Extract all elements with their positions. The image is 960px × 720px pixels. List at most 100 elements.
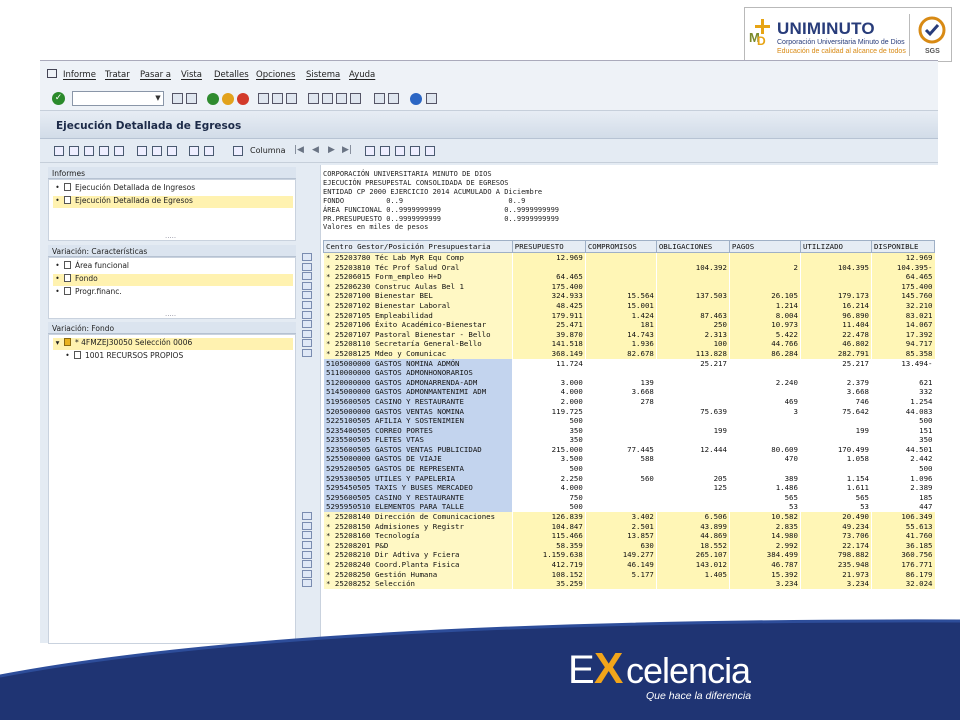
table-row[interactable]: * 25207102 Bienestar Laboral 48.425 15.001… xyxy=(323,300,935,311)
last-page-icon[interactable] xyxy=(350,93,361,104)
drilldown-icon[interactable] xyxy=(365,146,375,156)
row-drilldown-icon[interactable] xyxy=(302,349,312,357)
row-drilldown-icon[interactable] xyxy=(302,281,312,290)
table-row[interactable]: 5295300505 UTILES Y PAPELERIA 2.250 560 205… xyxy=(323,473,935,484)
column-icon[interactable] xyxy=(233,146,243,156)
layout-icon[interactable] xyxy=(167,146,177,156)
column-header[interactable]: OBLIGACIONES xyxy=(655,240,730,253)
exit-icon[interactable] xyxy=(222,93,234,105)
back-icon[interactable] xyxy=(207,93,219,105)
previous-page-icon[interactable] xyxy=(322,93,333,104)
tree-icon[interactable] xyxy=(380,146,390,156)
row-drilldown-icon[interactable] xyxy=(302,512,312,521)
table-row[interactable]: 5105000000 GASTOS NOMINA ADMÓN 11.724 25.2… xyxy=(323,358,935,369)
cancel-icon[interactable] xyxy=(237,93,249,105)
fondo-item[interactable]: • 1001 RECURSOS PROPIOS xyxy=(63,351,183,363)
help-icon[interactable] xyxy=(410,93,422,105)
menu-ayuda[interactable]: Ayuda xyxy=(349,70,375,80)
table-row[interactable]: * 25208150 Admisiones y Registr 104.847 2.… xyxy=(323,521,935,532)
next-page-icon[interactable] xyxy=(336,93,347,104)
row-drilldown-icon[interactable] xyxy=(302,579,312,588)
table-row[interactable]: * 25208240 Coord.Planta Fisica 412.719 46.… xyxy=(323,560,935,570)
row-drilldown-icon[interactable] xyxy=(302,541,312,549)
characteristic-item-selected[interactable]: • Fondo xyxy=(53,274,293,286)
column-header[interactable]: PRESUPUESTO xyxy=(511,240,586,253)
sum-icon[interactable] xyxy=(189,146,199,156)
filter-icon[interactable] xyxy=(137,146,147,156)
row-drilldown-icon[interactable] xyxy=(302,320,312,329)
row-drilldown-icon[interactable] xyxy=(302,339,312,348)
expand-icon[interactable] xyxy=(84,146,94,156)
subtotal-icon[interactable] xyxy=(204,146,214,156)
table-row[interactable]: * 25208110 Secretaría General-Bello 141.5… xyxy=(323,339,935,349)
menu-opciones[interactable]: Opciones xyxy=(256,70,295,80)
table-row[interactable]: 5110000000 GASTOS ADMONHONORARIOS xyxy=(323,368,935,378)
menu-tratar[interactable]: Tratar xyxy=(105,70,130,80)
back-nav-icon[interactable] xyxy=(172,93,183,104)
enter-check-icon[interactable]: ✓ xyxy=(52,92,65,105)
table-row[interactable]: 5235500505 FLETES VTAS 350 350 xyxy=(323,435,935,445)
table-row[interactable]: 5225100505 AFILIA Y SOSTENIMIEN 500 500 xyxy=(323,416,935,426)
menu-vista[interactable]: Vista xyxy=(181,70,202,80)
table-row[interactable]: 5295200505 GASTOS DE REPRESENTA 500 500 xyxy=(323,464,935,474)
table-row[interactable]: * 25203780 Téc Lab MyR Equ Comp 12.969 12.… xyxy=(323,252,935,263)
table-row[interactable]: 5120000000 GASTOS ADMONARRENDA-ADM 3.000 1… xyxy=(323,377,935,388)
details-icon[interactable] xyxy=(99,146,109,156)
table-row[interactable]: 5205000000 GASTOS VENTAS NOMINA 119.725 75… xyxy=(323,406,935,417)
sort-icon[interactable] xyxy=(152,146,162,156)
table-row[interactable]: 5295950510 ELEMENTOS PARA TALLE 500 53 53 44… xyxy=(323,502,935,513)
row-drilldown-icon[interactable] xyxy=(302,531,312,540)
menu-pasar-a[interactable]: Pasar a xyxy=(140,70,171,80)
table-row[interactable]: * 25207106 Éxito Académico-Bienestar 25.4… xyxy=(323,320,935,330)
table-row[interactable]: * 25206230 Construc Aulas Bel 1 175.400 17… xyxy=(323,281,935,292)
row-drilldown-icon[interactable] xyxy=(302,310,312,319)
characteristic-item[interactable]: • Área funcional xyxy=(53,261,129,273)
table-row[interactable]: 5295450505 TAXIS Y BUSES MERCADEO 4.000 12… xyxy=(323,483,935,493)
table-row[interactable]: * 25208252 Selección 35.259 3.234 3.234 32.0… xyxy=(323,579,935,589)
command-field[interactable] xyxy=(72,91,164,106)
column-button[interactable]: Columna xyxy=(250,146,286,155)
row-drilldown-icon[interactable] xyxy=(302,329,312,338)
row-drilldown-icon[interactable] xyxy=(302,521,312,530)
prev-column-icon[interactable]: ◀ xyxy=(312,145,319,155)
table-row[interactable]: * 25208125 Mdeo y Comunicac 368.149 82.678… xyxy=(323,348,935,359)
first-page-icon[interactable] xyxy=(308,93,319,104)
find-next-icon[interactable] xyxy=(286,93,297,104)
column-header[interactable]: COMPROMISOS xyxy=(584,240,657,253)
next-column-icon[interactable]: ▶ xyxy=(328,145,335,155)
table-row[interactable]: * 25208250 Gestión Humana 108.152 5.177 1.4… xyxy=(323,569,935,580)
column-header[interactable]: PAGOS xyxy=(728,240,801,253)
refresh-icon[interactable] xyxy=(69,146,79,156)
column-header[interactable]: UTILIZADO xyxy=(799,240,872,253)
menu-detalles[interactable]: Detalles xyxy=(214,70,249,80)
last-column-icon[interactable]: ▶| xyxy=(342,145,352,155)
row-drilldown-icon[interactable] xyxy=(302,272,312,281)
report-item-selected[interactable]: • Ejecución Detallada de Egresos xyxy=(53,196,293,208)
table-row[interactable]: * 25207100 Bienestar BEL 324.933 15.564 137… xyxy=(323,291,935,301)
menu-informe[interactable]: Informe xyxy=(63,70,96,80)
table-row[interactable]: 5235400505 CORREO PORTES 350 199 199 151 xyxy=(323,425,935,436)
info-icon[interactable] xyxy=(114,146,124,156)
table-row[interactable]: 5235600505 GASTOS VENTAS PUBLICIDAD 215.0… xyxy=(323,444,935,455)
command-dropdown-icon[interactable]: ▼ xyxy=(152,91,164,106)
table-row[interactable]: * 25208201 P&D 58.359 630 18.552 2.992 22.174… xyxy=(323,540,935,551)
print-icon[interactable] xyxy=(258,93,269,104)
table-row[interactable]: * 25208160 Tecnología 115.466 13.857 44.869… xyxy=(323,531,935,541)
menu-icon[interactable] xyxy=(47,69,57,78)
table-row[interactable]: * 25208210 Dir Adtiva y Fciera 1.159.638 1… xyxy=(323,550,935,560)
first-column-icon[interactable]: |◀ xyxy=(294,145,304,155)
characteristic-item[interactable]: • Progr.financ. xyxy=(53,287,122,299)
new-session-icon[interactable] xyxy=(374,93,385,104)
table-row[interactable]: * 25203810 Téc Prof Salud Oral 104.392 2 10… xyxy=(323,262,935,273)
find-icon[interactable] xyxy=(272,93,283,104)
shortcut-icon[interactable] xyxy=(388,93,399,104)
table-row[interactable]: 5295600505 CASINO Y RESTAURANTE 750 565 565… xyxy=(323,492,935,503)
layout-menu-icon[interactable] xyxy=(426,93,437,104)
table-row[interactable]: 5195600505 CASINO Y RESTAURANTE 2.000 278 4… xyxy=(323,396,935,407)
row-drilldown-icon[interactable] xyxy=(302,550,312,559)
row-drilldown-icon[interactable] xyxy=(302,291,312,300)
hierarchy-icon[interactable] xyxy=(54,146,64,156)
table-row[interactable]: * 25207105 Empleabilidad 179.911 1.424 87.4… xyxy=(323,310,935,321)
row-drilldown-icon[interactable] xyxy=(302,560,312,569)
table-row[interactable]: 5255000000 GASTOS DE VIAJE 3.500 588 470 1.0… xyxy=(323,454,935,465)
